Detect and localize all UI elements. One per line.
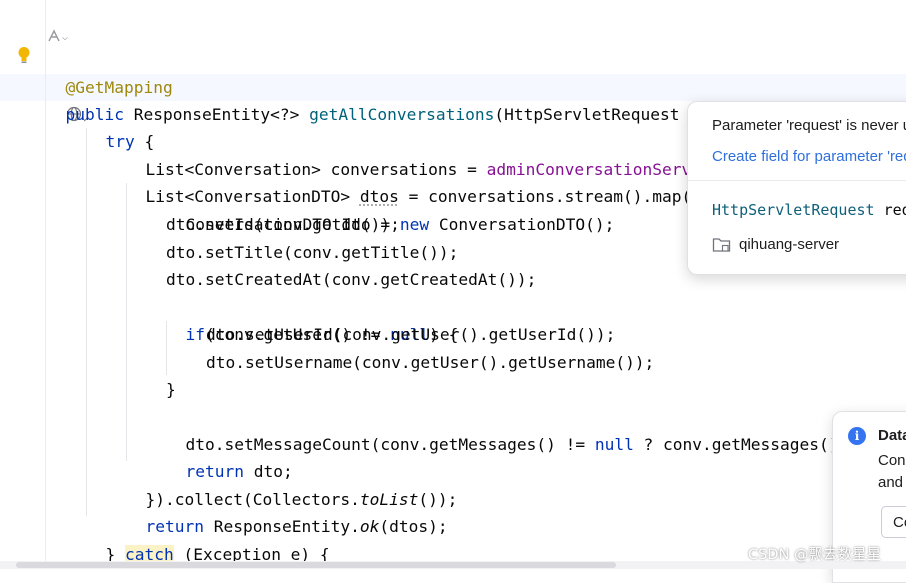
notification-title: Data Sources bbox=[878, 427, 906, 444]
intention-bulb-icon[interactable] bbox=[17, 46, 31, 69]
inlay-endpoint-icons[interactable]: ⌵ bbox=[46, 27, 68, 47]
create-field-fix-link[interactable]: Create field for parameter 'request' bbox=[712, 148, 906, 165]
signature-type[interactable]: HttpServletRequest bbox=[712, 201, 875, 219]
code-text: (dtos); bbox=[379, 517, 448, 536]
watermark: CSDN @飘去数星星 bbox=[748, 547, 881, 563]
info-icon: i bbox=[848, 427, 866, 445]
popup-divider bbox=[688, 180, 906, 181]
code-line-set-user-id: dto.setUserId(conv.getUser().getUserId()… bbox=[206, 325, 616, 344]
scrollbar-thumb[interactable] bbox=[16, 562, 616, 568]
keyword-null: null bbox=[594, 435, 634, 454]
code-line-set-username: dto.setUsername(conv.getUser().getUserna… bbox=[206, 353, 655, 372]
notification-body: Connect bbox=[878, 452, 906, 469]
module-label: qihuang-server bbox=[712, 236, 839, 253]
code-text: ? conv.getMessages(). bbox=[633, 435, 849, 454]
param-type: (HttpServletRequest bbox=[494, 105, 690, 124]
keyword-new: new bbox=[399, 215, 430, 234]
module-name: qihuang-server bbox=[739, 236, 840, 253]
inspection-message: Parameter 'request' is never used bbox=[712, 117, 906, 134]
code-line-annotation: @GetMapping ⌄ bbox=[46, 47, 173, 123]
method-name[interactable]: getAllConversations bbox=[309, 105, 494, 124]
code-text: ConversationDTO(); bbox=[429, 215, 615, 234]
code-line-if: if(conv.getUser() != null) { bbox=[166, 294, 459, 344]
connect-button[interactable]: Connect bbox=[881, 506, 906, 538]
code-line-collect: }).collect(Collectors.toList()); bbox=[126, 459, 458, 509]
code-line-new-dto: ConversationDTO dto = new ConversationDT… bbox=[166, 184, 615, 234]
method-ok: ok bbox=[359, 517, 380, 536]
signature-name: request bbox=[883, 201, 906, 219]
code-line-return-dto: return dto; bbox=[166, 431, 293, 481]
code-line-try: try { bbox=[86, 101, 155, 151]
code-line-signature: public ResponseEntity<?> getAllConversat… bbox=[46, 74, 787, 124]
code-line-conversations: List<Conversation> conversations = admin… bbox=[126, 129, 692, 179]
inspection-popup: Parameter 'request' is never used Create… bbox=[687, 101, 906, 275]
code-line-return-ok: return ResponseEntity.ok(dtos); bbox=[126, 486, 448, 536]
code-line-set-created-at: dto.setCreatedAt(conv.getCreatedAt()); bbox=[166, 270, 537, 289]
code-line-set-id: dto.setId(conv.getId()); bbox=[166, 215, 400, 234]
code-line-set-title: dto.setTitle(conv.getTitle()); bbox=[166, 243, 459, 262]
endpoint-icon bbox=[48, 29, 60, 42]
indent-guide bbox=[126, 183, 127, 461]
module-folder-icon bbox=[712, 238, 731, 252]
parameter-signature: HttpServletRequest request bbox=[712, 201, 906, 219]
code-line-close-if: } bbox=[166, 380, 176, 399]
keyword-if: if bbox=[185, 325, 206, 344]
code-line-message-count: dto.setMessageCount(conv.getMessages() !… bbox=[166, 404, 849, 454]
code-line-catch: } catch (Exception e) { bbox=[86, 514, 330, 564]
chevron-down-icon: ⌵ bbox=[62, 32, 69, 43]
notification-body: and bbox=[878, 474, 904, 491]
return-type: ResponseEntity<?> bbox=[133, 105, 300, 124]
code-line-dtos: List<ConversationDTO> dtos = conversatio… bbox=[126, 156, 692, 206]
indent-guide bbox=[86, 128, 87, 516]
